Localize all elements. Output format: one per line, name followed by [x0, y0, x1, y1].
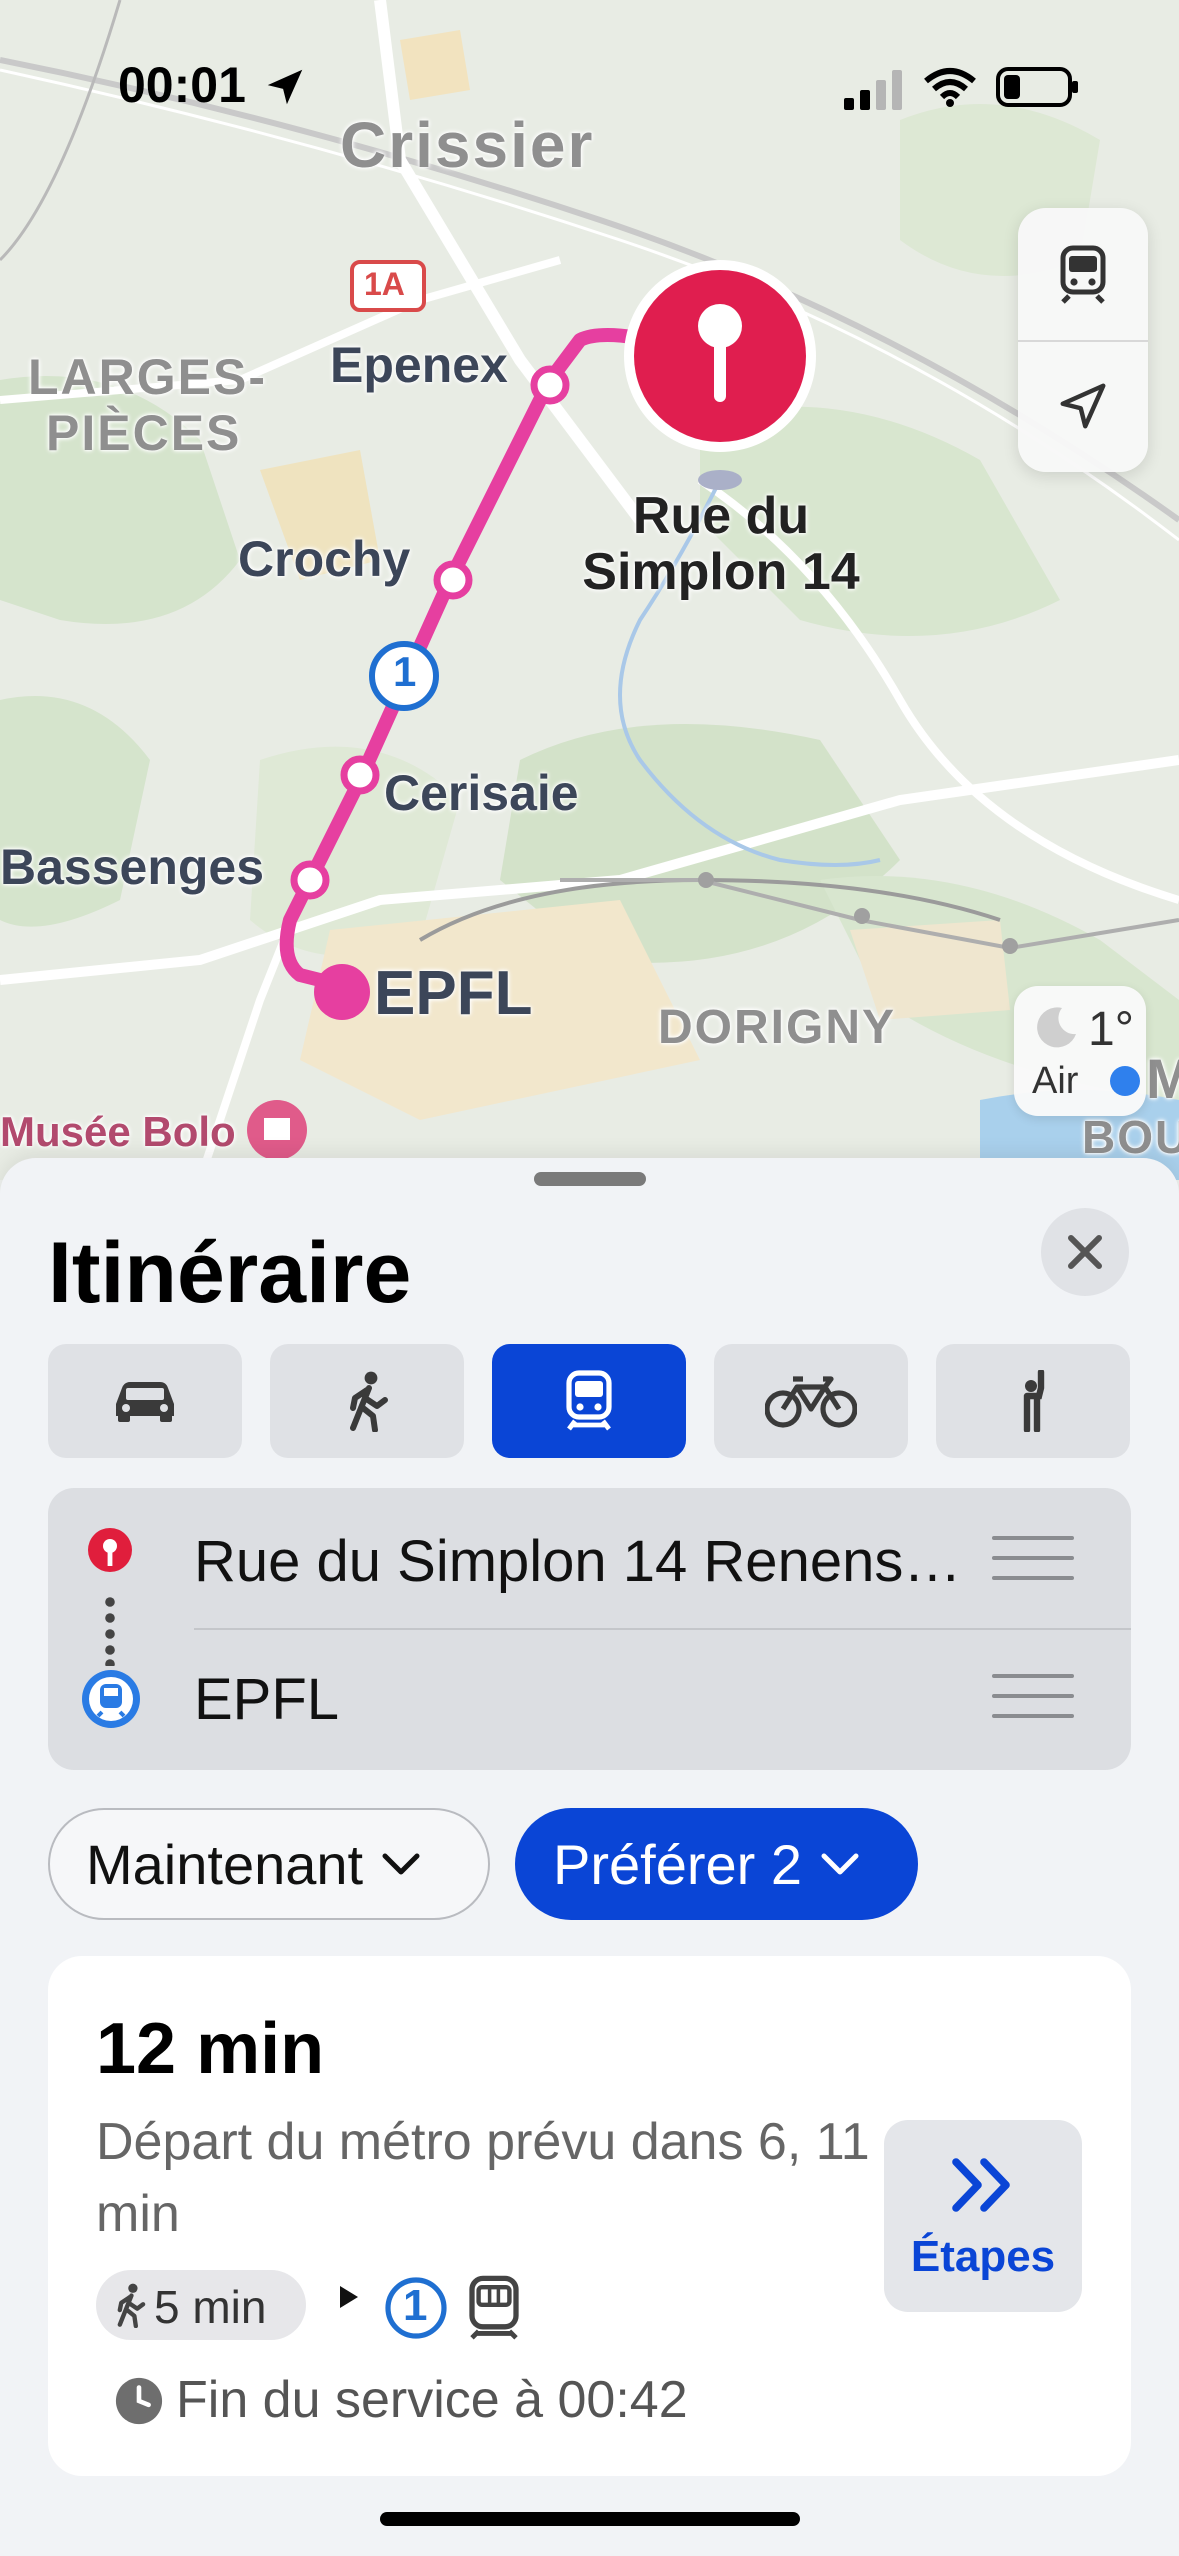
route-origin-text: Rue du Simplon 14 Renens…: [194, 1529, 962, 1594]
transit-view-button[interactable]: [1018, 208, 1148, 340]
mode-rideshare-button[interactable]: [936, 1344, 1130, 1458]
map-controls: [1018, 208, 1148, 472]
directions-sheet: Itinéraire Rue du Simplon 14 Renens… EPF…: [0, 1158, 1179, 2556]
road-badge-label: 1A: [364, 266, 405, 302]
route-destination-row[interactable]: EPFL: [48, 1630, 1131, 1770]
mode-walk-button[interactable]: [270, 1344, 464, 1458]
air-quality-label: Air: [1032, 1060, 1079, 1102]
metro-line-number: 1: [403, 2281, 428, 2330]
walk-duration: 5 min: [154, 2281, 267, 2333]
prefer-label: Préférer 2: [553, 1832, 802, 1896]
double-chevron-right-icon: [952, 2158, 1010, 2212]
status-time: 00:01: [118, 57, 246, 113]
stop-label-epenex[interactable]: Epenex: [330, 336, 508, 394]
transport-mode-selector: [48, 1344, 1131, 1458]
location-arrow-icon: [267, 69, 303, 105]
museum-label[interactable]: Musée Bolo: [0, 1108, 236, 1156]
metro-icon: [469, 2275, 519, 2340]
route-destination-text: EPFL: [194, 1667, 340, 1732]
transit-station-icon: [82, 1670, 140, 1728]
air-quality-dot: [1110, 1066, 1140, 1096]
map-label-larges-pieces-1: LARGES-: [28, 349, 267, 405]
wifi-icon: [924, 68, 976, 107]
route-description: Départ du métro prévu dans 6, 11 min: [96, 2113, 870, 2243]
hail-icon: [1023, 1370, 1045, 1432]
clock-icon: [115, 2377, 163, 2425]
locate-me-button[interactable]: [1018, 340, 1148, 472]
steps-button[interactable]: Étapes: [884, 2120, 1082, 2312]
walk-leg-badge: 5 min: [96, 2270, 306, 2340]
route-endpoints: Rue du Simplon 14 Renens… EPFL: [48, 1488, 1131, 1770]
chevron-down-icon: [382, 1853, 420, 1875]
destination-label-line1: Rue du: [632, 487, 810, 545]
sheet-title: Itinéraire: [48, 1225, 412, 1321]
stop-label-epfl[interactable]: EPFL: [374, 958, 532, 1029]
route-origin-row[interactable]: Rue du Simplon 14 Renens…: [48, 1488, 1131, 1628]
reorder-handle-icon[interactable]: [992, 1674, 1074, 1718]
mode-transit-button[interactable]: [492, 1344, 686, 1458]
weather-widget[interactable]: 1° Air: [1014, 986, 1146, 1116]
map-label-dorigny: DORIGNY: [658, 1001, 897, 1054]
reorder-handle-icon[interactable]: [992, 1536, 1074, 1580]
route-duration: 12 min: [96, 2009, 325, 2089]
mode-bike-button[interactable]: [714, 1344, 908, 1458]
stop-label-crochy[interactable]: Crochy: [238, 530, 410, 588]
map-label-edge-m: M: [1146, 1047, 1179, 1110]
pin-icon: [88, 1528, 132, 1572]
bike-icon: [765, 1376, 857, 1428]
location-arrow-icon: [1060, 383, 1106, 429]
chevron-down-icon: [821, 1853, 859, 1875]
status-bar: 00:01: [0, 0, 1179, 170]
departure-time-label: Maintenant: [86, 1832, 364, 1896]
map-label-edge-bou: BOU: [1082, 1111, 1179, 1163]
home-indicator[interactable]: [380, 2512, 800, 2526]
weather-temperature: 1°: [1088, 1003, 1134, 1056]
close-icon: [1068, 1235, 1102, 1269]
leg-arrow-icon: [340, 2286, 358, 2308]
destination-label[interactable]: Rue du Simplon 14: [566, 488, 876, 600]
map-line-number: 1: [393, 648, 417, 695]
transit-icon: [1060, 245, 1106, 304]
transit-icon: [566, 1370, 612, 1431]
mode-car-button[interactable]: [48, 1344, 242, 1458]
battery-icon: [996, 67, 1078, 107]
route-result-card[interactable]: 12 min Départ du métro prévu dans 6, 11 …: [48, 1956, 1131, 2476]
car-icon: [116, 1382, 174, 1422]
walk-icon: [117, 2283, 146, 2328]
map-label-larges-pieces-2: PIÈCES: [46, 405, 242, 461]
moon-icon: [1037, 1007, 1076, 1048]
close-button[interactable]: [1041, 1208, 1129, 1296]
service-end-text: Fin du service à 00:42: [176, 2371, 688, 2429]
prefer-dropdown[interactable]: Préférer 2: [515, 1808, 918, 1920]
map-view[interactable]: Crissier LARGES- PIÈCES DORIGNY 1A Epene…: [0, 0, 1179, 1180]
walk-icon: [350, 1371, 388, 1432]
stop-label-cerisaie[interactable]: Cerisaie: [384, 764, 579, 822]
stop-label-bassenges[interactable]: Bassenges: [0, 838, 264, 896]
steps-label: Étapes: [910, 2232, 1056, 2281]
sheet-grabber[interactable]: [534, 1172, 646, 1186]
destination-label-line2: Simplon 14: [582, 543, 860, 601]
cellular-signal-icon: [844, 70, 902, 110]
departure-time-dropdown[interactable]: Maintenant: [48, 1808, 490, 1920]
